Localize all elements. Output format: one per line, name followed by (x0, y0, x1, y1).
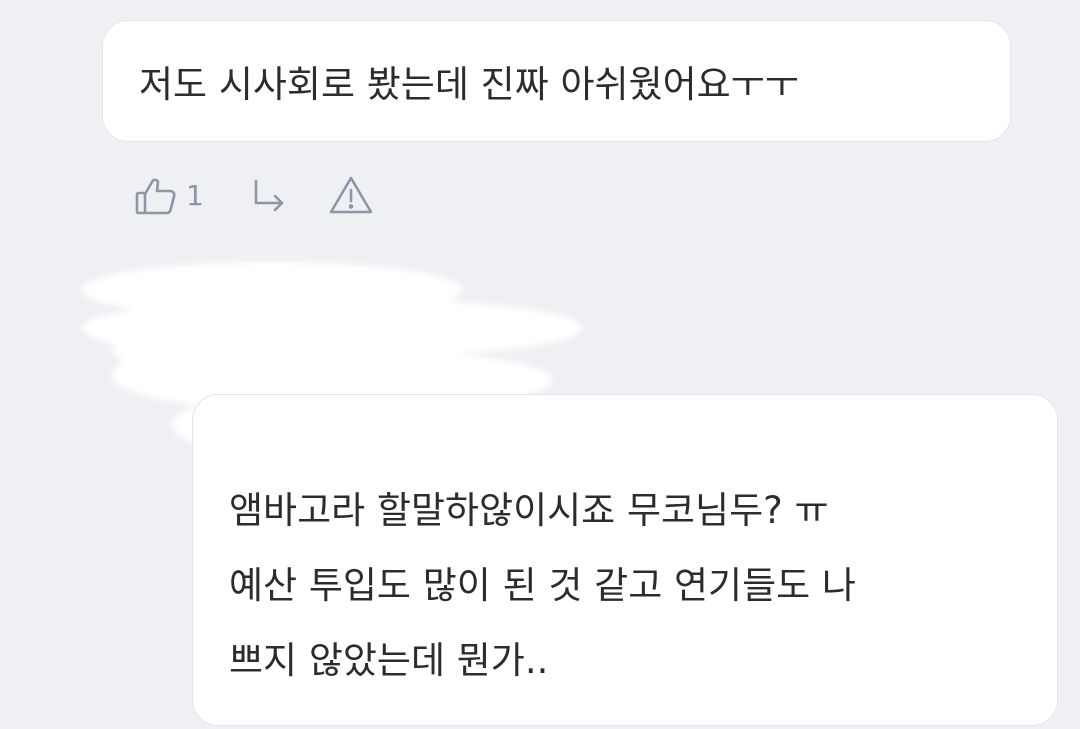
like-count: 1 (186, 178, 204, 212)
comment-actions: 1 (134, 172, 374, 218)
reply-text-line: 앰바고라 할말하않이시죠 무코님두? ㅠ (229, 489, 829, 532)
reply-arrow-icon (248, 175, 288, 215)
comment-text: 저도 시사회로 봤는데 진짜 아쉬웠어요ㅜㅜ (139, 63, 799, 106)
reply-text-line: 쁘지 않았는데 뭔가.. (229, 639, 549, 682)
thumbs-up-icon (134, 173, 178, 217)
reply-button[interactable] (248, 175, 288, 215)
report-button[interactable] (328, 174, 374, 216)
warning-triangle-icon (328, 174, 374, 216)
reply-text-line: 예산 투입도 많이 된 것 같고 연기들도 나 (229, 564, 856, 607)
comment-bubble: 저도 시사회로 봤는데 진짜 아쉬웠어요ㅜㅜ (102, 20, 1011, 142)
reply-bubble: 앰바고라 할말하않이시죠 무코님두? ㅠ 예산 투입도 많이 된 것 같고 연기… (192, 394, 1058, 726)
like-button[interactable]: 1 (134, 173, 204, 217)
